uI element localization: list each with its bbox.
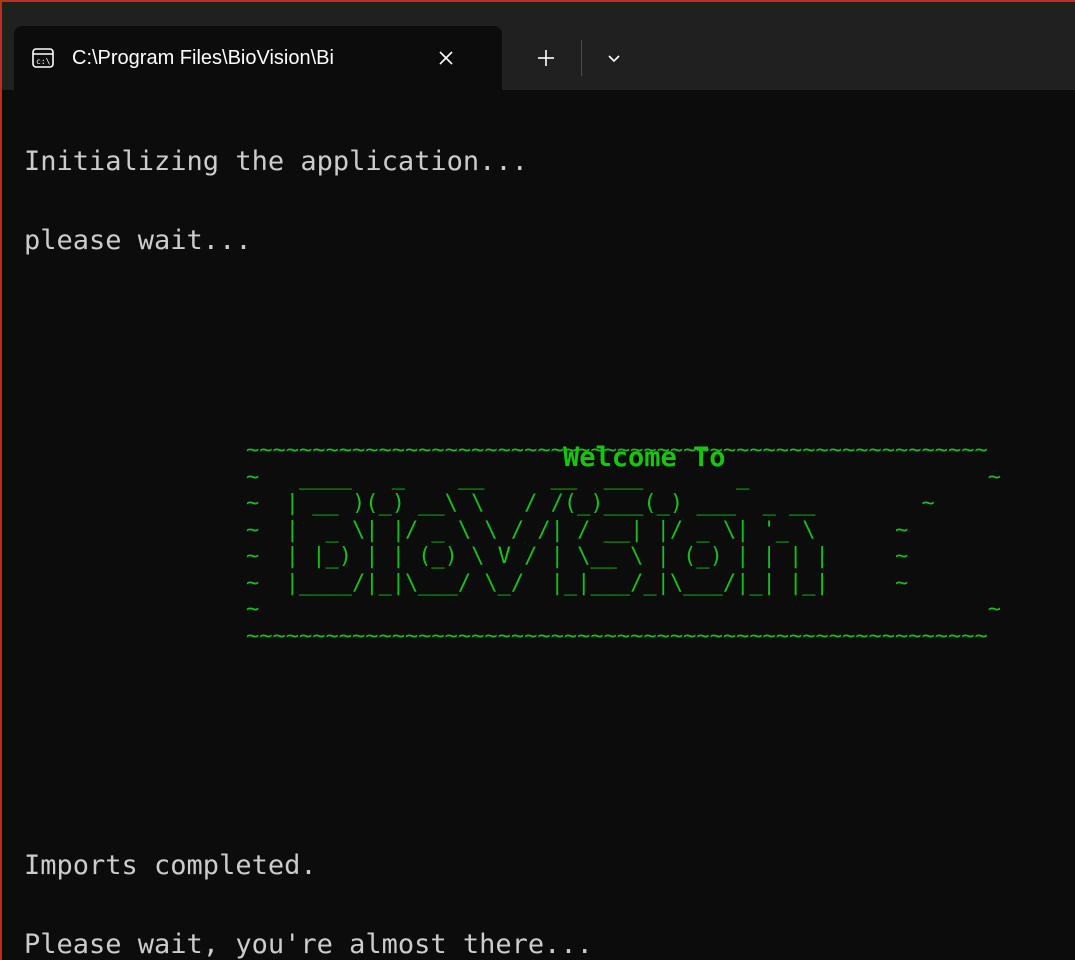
banner-line: ~ | __ )(_) __\ \ / /(_)___(_) ___ _ __ …: [246, 491, 935, 516]
banner-line: ~ | |_) | | (_) \ V / | \__ \ | (_) | | …: [246, 544, 909, 569]
banner-line: ~~~~~~~~~~~~~~~~~~~~~~~~~~~~~~~~~~~~~~~~…: [246, 623, 988, 649]
title-bar: c:\ C:\Program Files\BioVision\Bi: [2, 2, 1075, 90]
output-line-init: Initializing the application...: [24, 146, 528, 177]
banner-line: ~ ____ _ __ __ ___ _ ~: [246, 464, 1001, 490]
tab-active[interactable]: c:\ C:\Program Files\BioVision\Bi: [14, 26, 502, 90]
terminal-window: c:\ C:\Program Files\BioVision\Bi Initia…: [0, 0, 1075, 960]
tab-separator: [581, 40, 582, 76]
terminal-output[interactable]: Initializing the application... please w…: [24, 90, 1075, 960]
banner-line: ~ |____/|_|\___/ \_/ |_|___/_|\___/|_| |…: [246, 570, 909, 596]
output-line-imports: Imports completed.: [24, 850, 317, 881]
terminal-cmd-icon: c:\: [32, 47, 54, 69]
output-line-almost: Please wait, you're almost there...: [24, 929, 593, 960]
tab-title: C:\Program Files\BioVision\Bi: [72, 46, 334, 69]
banner-line: ~~~~~~~~~~~~~~~~~~~~~~~~~~~~~~~~~~~~~~~~…: [246, 438, 988, 463]
close-icon[interactable]: [432, 44, 460, 72]
chevron-down-icon[interactable]: [598, 42, 630, 74]
banner-line: ~ | _ \| |/ _ \ \ / /| / __| |/ _ \| '_ …: [246, 517, 909, 543]
svg-text:c:\: c:\: [36, 57, 51, 66]
plus-icon[interactable]: [528, 40, 564, 76]
output-line-wait: please wait...: [24, 225, 252, 256]
banner-line: ~ ~: [246, 597, 1001, 622]
biovision-ascii-banner: ~~~~~~~~~~~~~~~~~~~~~~~~~~~~~~~~~~~~~~~~…: [246, 438, 1001, 650]
